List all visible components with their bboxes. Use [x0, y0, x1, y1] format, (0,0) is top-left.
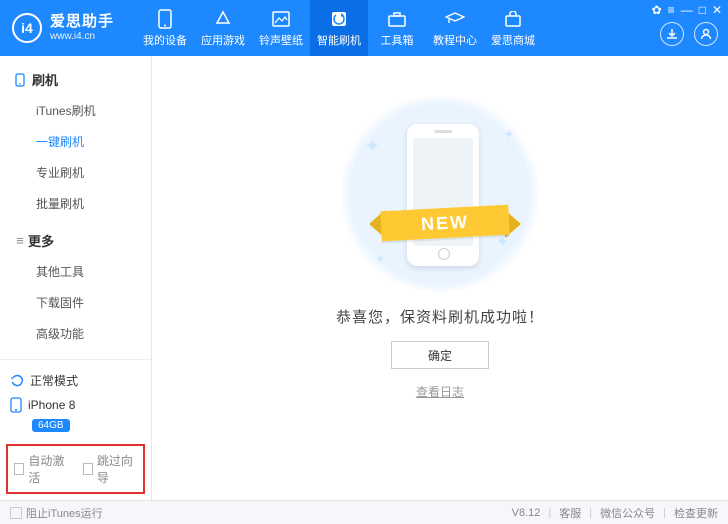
wallpaper-icon [272, 9, 290, 29]
flash-icon [330, 9, 348, 29]
check-update-link[interactable]: 检查更新 [674, 505, 718, 521]
close-icon[interactable]: ✕ [712, 3, 722, 17]
block-itunes-checkbox[interactable]: 阻止iTunes运行 [10, 505, 103, 521]
app-logo: i4 爱思助手 www.i4.cn [0, 13, 126, 43]
top-nav: 我的设备 应用游戏 铃声壁纸 智能刷机 工具箱 教程中心 爱思商城 [136, 0, 542, 56]
support-link[interactable]: 客服 [559, 505, 581, 521]
app-name: 爱思助手 [50, 14, 114, 31]
nav-my-device[interactable]: 我的设备 [136, 0, 194, 56]
apps-icon [214, 9, 232, 29]
tutorial-icon [445, 9, 465, 29]
menu-icon[interactable]: ≡ [668, 3, 675, 17]
sparkle-icon: ✦ [365, 136, 380, 157]
auto-activate-checkbox[interactable]: 自动激活 [14, 452, 69, 486]
list-icon: ≡ [12, 233, 28, 248]
phone-icon [12, 73, 28, 87]
sidebar-item-download-firmware[interactable]: 下载固件 [0, 287, 151, 318]
status-bar: 阻止iTunes运行 V8.12 | 客服 | 微信公众号 | 检查更新 [0, 500, 728, 524]
sidebar-item-batch-flash[interactable]: 批量刷机 [0, 188, 151, 219]
skip-guide-checkbox[interactable]: 跳过向导 [83, 452, 138, 486]
download-button[interactable] [660, 22, 684, 46]
success-message: 恭喜您，保资料刷机成功啦！ [336, 306, 544, 327]
sparkle-icon: ✦ [503, 126, 515, 143]
maximize-icon[interactable]: □ [699, 3, 706, 17]
ok-button[interactable]: 确定 [391, 341, 489, 369]
sidebar-item-oneclick-flash[interactable]: 一键刷机 [0, 126, 151, 157]
phone-icon [158, 9, 172, 29]
new-ribbon: NEW [367, 204, 523, 242]
nav-apps[interactable]: 应用游戏 [194, 0, 252, 56]
nav-mall[interactable]: 爱思商城 [484, 0, 542, 56]
sidebar-item-pro-flash[interactable]: 专业刷机 [0, 157, 151, 188]
sidebar-section-flash[interactable]: 刷机 [0, 64, 151, 95]
nav-toolbox[interactable]: 工具箱 [368, 0, 426, 56]
device-mode-label: 正常模式 [30, 372, 78, 389]
logo-icon: i4 [12, 13, 42, 43]
nav-ringtone[interactable]: 铃声壁纸 [252, 0, 310, 56]
window-controls: ✿ ≡ — □ ✕ [652, 3, 722, 17]
sidebar-section-title: 更多 [28, 231, 54, 250]
device-mode[interactable]: 正常模式 [10, 368, 141, 393]
main-panel: ✦ ✦ ✦ ✦ NEW 恭喜您，保资料刷机成功啦！ 确定 查看日志 [152, 56, 728, 500]
user-button[interactable] [694, 22, 718, 46]
device-storage-badge: 64GB [32, 419, 70, 432]
settings-icon[interactable]: ✿ [652, 3, 662, 17]
device-name: iPhone 8 [28, 398, 75, 412]
view-log-link[interactable]: 查看日志 [416, 383, 464, 400]
version-label: V8.12 [512, 507, 541, 519]
sidebar: 刷机 iTunes刷机 一键刷机 专业刷机 批量刷机 ≡ 更多 其他工具 下载固… [0, 56, 152, 500]
nav-flash[interactable]: 智能刷机 [310, 0, 368, 56]
refresh-icon [10, 374, 24, 388]
app-url: www.i4.cn [50, 31, 114, 42]
sidebar-item-advanced[interactable]: 高级功能 [0, 318, 151, 349]
phone-illustration [407, 124, 479, 266]
sidebar-section-more[interactable]: ≡ 更多 [0, 225, 151, 256]
sparkle-icon: ✦ [375, 252, 385, 266]
wechat-link[interactable]: 微信公众号 [600, 505, 655, 521]
app-header: i4 爱思助手 www.i4.cn 我的设备 应用游戏 铃声壁纸 智能刷机 工具… [0, 0, 728, 56]
success-illustration: ✦ ✦ ✦ ✦ NEW [335, 96, 545, 292]
minimize-icon[interactable]: — [681, 3, 693, 17]
phone-icon [10, 397, 22, 413]
post-flash-options: 自动激活 跳过向导 [6, 444, 145, 494]
device-info[interactable]: iPhone 8 [10, 393, 141, 417]
sidebar-item-other-tools[interactable]: 其他工具 [0, 256, 151, 287]
toolbox-icon [388, 9, 406, 29]
sidebar-section-title: 刷机 [32, 70, 58, 89]
sidebar-item-itunes-flash[interactable]: iTunes刷机 [0, 95, 151, 126]
nav-tutorial[interactable]: 教程中心 [426, 0, 484, 56]
mall-icon [504, 9, 522, 29]
